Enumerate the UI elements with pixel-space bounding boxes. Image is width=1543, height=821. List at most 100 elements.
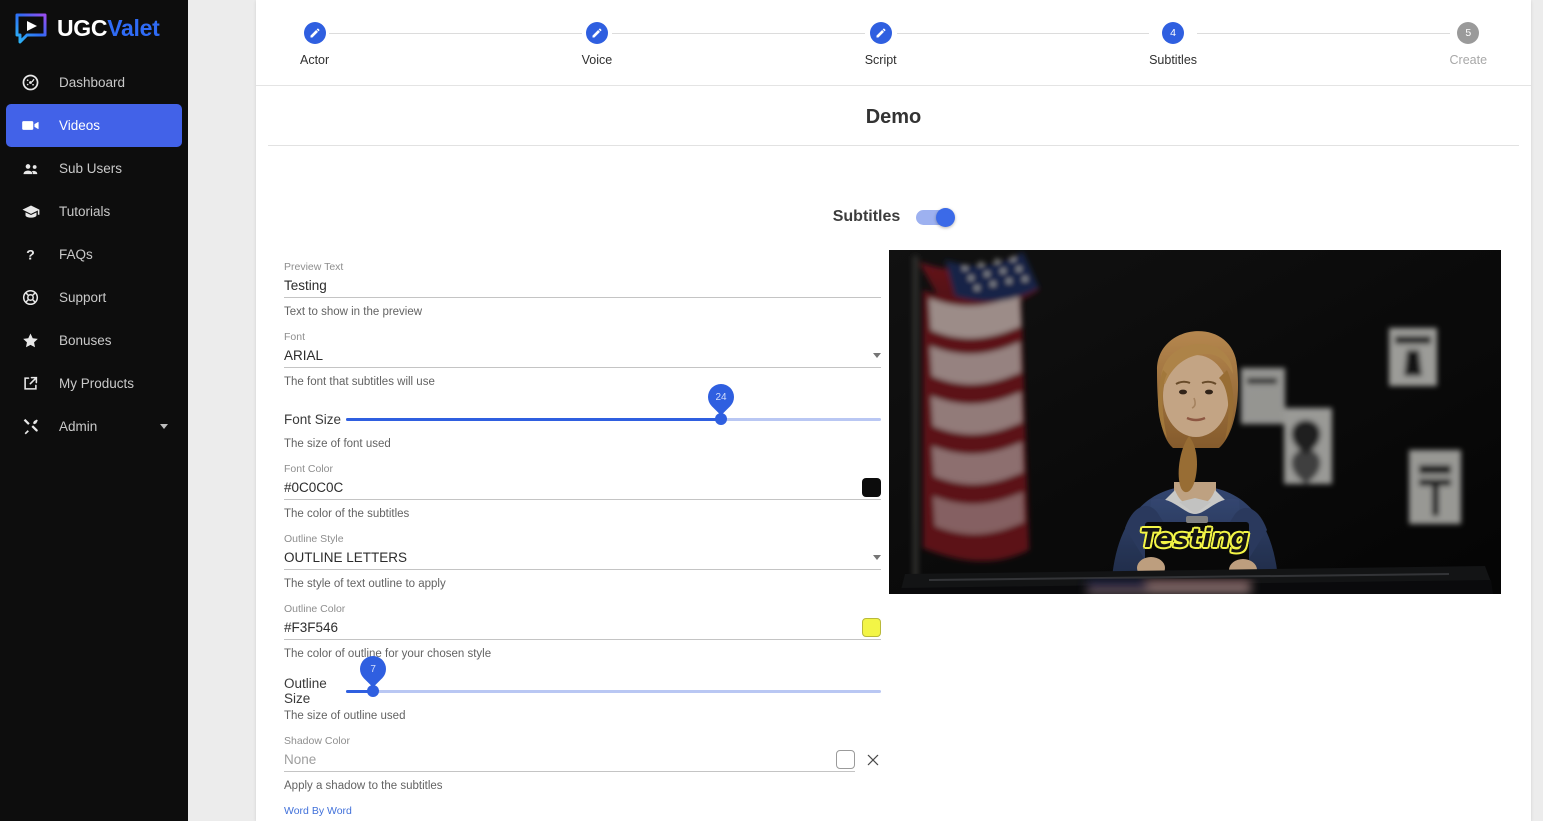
sidebar: UGCValet Dashboard Videos Sub Users Tuto… <box>0 0 188 821</box>
sidebar-item-bonuses[interactable]: Bonuses <box>6 319 182 362</box>
step-voice[interactable]: Voice <box>581 22 613 67</box>
outline-style-field: Outline Style OUTLINE LETTERS The style … <box>284 522 881 592</box>
preview-text-input[interactable]: Testing <box>284 274 881 298</box>
preview-caption: Testing <box>1140 524 1250 554</box>
outline-size-value: 7 <box>369 663 376 674</box>
step-create[interactable]: 5 Create <box>1449 22 1488 67</box>
subtitles-form: Preview Text Testing Text to show in the… <box>256 250 881 821</box>
step-circle-inactive: 5 <box>1457 22 1480 44</box>
app-root: UGCValet Dashboard Videos Sub Users Tuto… <box>0 0 1543 821</box>
shadow-color-input[interactable]: None <box>284 748 855 772</box>
shadow-color-field: Shadow Color None Apply a shadow to the … <box>284 724 881 794</box>
step-circle-done <box>585 22 608 44</box>
sidebar-nav: Dashboard Videos Sub Users Tutorials ? F… <box>0 61 188 448</box>
subtitles-toggle[interactable] <box>916 207 956 227</box>
outline-color-label: Outline Color <box>284 603 346 615</box>
sidebar-item-my-products[interactable]: My Products <box>6 362 182 405</box>
pencil-icon <box>592 28 602 38</box>
step-label: Create <box>1449 53 1488 67</box>
question-mark-icon: ? <box>20 244 41 265</box>
toggle-knob <box>936 207 956 227</box>
font-size-slider[interactable]: 24 <box>346 378 881 425</box>
app-logo[interactable]: UGCValet <box>0 0 188 57</box>
outline-size-hint: The size of outline used <box>284 710 406 722</box>
chevron-down-icon[interactable] <box>160 424 168 429</box>
font-size-slider-thumb[interactable] <box>714 413 727 425</box>
font-color-field: Font Color #0C0C0C The color of the subt… <box>284 452 881 522</box>
sidebar-item-faqs[interactable]: ? FAQs <box>6 233 182 276</box>
sidebar-item-label: Sub Users <box>59 161 123 176</box>
sidebar-item-label: Bonuses <box>59 333 112 348</box>
sidebar-item-dashboard[interactable]: Dashboard <box>6 61 182 104</box>
font-value: ARIAL <box>284 347 324 363</box>
videocam-icon <box>20 115 41 136</box>
page-title-section: Demo <box>256 86 1531 164</box>
title-divider <box>268 145 1519 146</box>
star-icon <box>20 330 41 351</box>
external-link-icon <box>20 373 41 394</box>
outline-style-value: OUTLINE LETTERS <box>284 549 408 565</box>
pencil-icon <box>876 28 886 38</box>
font-size-value: 24 <box>714 391 727 402</box>
sidebar-item-tutorials[interactable]: Tutorials <box>6 190 182 233</box>
font-color-hint: The color of the subtitles <box>284 508 410 520</box>
close-x-icon[interactable] <box>865 752 881 768</box>
chevron-down-icon <box>873 555 881 560</box>
outline-color-input[interactable]: #F3F546 <box>284 616 881 640</box>
sidebar-item-label: Tutorials <box>59 204 111 219</box>
outline-style-select[interactable]: OUTLINE LETTERS <box>284 546 881 570</box>
svg-text:?: ? <box>26 248 35 264</box>
word-by-word-field: Word By Word DISABLE Will show subtitles… <box>284 794 881 821</box>
preview-text-label: Preview Text <box>284 261 344 273</box>
step-connector <box>896 33 1150 34</box>
outline-color-field: Outline Color #F3F546 The color of outli… <box>284 592 881 662</box>
tools-icon <box>20 416 41 437</box>
outline-size-field: Outline Size 7 The size of outline used <box>284 650 881 724</box>
preview-text-field: Preview Text Testing Text to show in the… <box>284 250 881 320</box>
font-select[interactable]: ARIAL <box>284 344 881 368</box>
subtitle-preview-image[interactable]: Testing <box>889 250 1501 594</box>
shadow-color-label: Shadow Color <box>284 735 350 747</box>
preview-text-value: Testing <box>284 277 327 293</box>
outline-size-slider[interactable]: 7 <box>346 650 881 697</box>
app-logo-text: UGCValet <box>57 17 160 40</box>
speedometer-icon <box>20 72 41 93</box>
people-icon <box>20 158 41 179</box>
outline-color-swatch[interactable] <box>862 618 881 637</box>
step-label: Voice <box>581 53 613 67</box>
sidebar-item-label: FAQs <box>59 247 93 262</box>
outline-style-label: Outline Style <box>284 533 344 545</box>
pencil-icon <box>310 28 320 38</box>
sidebar-item-label: Videos <box>59 118 101 133</box>
font-size-hint: The size of font used <box>284 438 391 450</box>
font-hint: The font that subtitles will use <box>284 376 435 388</box>
font-color-swatch[interactable] <box>862 478 881 497</box>
sidebar-item-label: Support <box>59 290 107 305</box>
font-color-input[interactable]: #0C0C0C <box>284 476 881 500</box>
word-by-word-label: Word By Word <box>284 805 352 817</box>
shadow-color-swatch[interactable] <box>836 750 855 769</box>
sidebar-item-support[interactable]: Support <box>6 276 182 319</box>
page-title: Demo <box>865 106 922 128</box>
font-color-label: Font Color <box>284 463 334 475</box>
font-field: Font ARIAL The font that subtitles will … <box>284 320 881 390</box>
step-actor[interactable]: Actor <box>300 22 329 67</box>
sidebar-item-videos[interactable]: Videos <box>6 104 182 147</box>
subtitles-toggle-label: Subtitles <box>832 208 901 225</box>
outline-size-slider-thumb[interactable] <box>366 685 379 697</box>
chevron-down-icon <box>873 353 881 358</box>
step-circle-done <box>869 22 892 44</box>
step-circle-active: 4 <box>1162 22 1185 44</box>
shadow-color-value: None <box>284 751 317 767</box>
step-circle-done <box>303 22 326 44</box>
step-label: Actor <box>300 53 330 67</box>
sidebar-item-label: Dashboard <box>59 75 126 90</box>
step-script[interactable]: Script <box>865 22 897 67</box>
font-color-value: #0C0C0C <box>284 479 344 495</box>
graduation-cap-icon <box>20 201 41 222</box>
step-subtitles[interactable]: 4 Subtitles <box>1149 22 1197 67</box>
sidebar-item-admin[interactable]: Admin <box>6 405 182 448</box>
sidebar-item-sub-users[interactable]: Sub Users <box>6 147 182 190</box>
step-connector <box>1197 33 1450 34</box>
outline-size-label: Outline Size <box>284 676 327 706</box>
